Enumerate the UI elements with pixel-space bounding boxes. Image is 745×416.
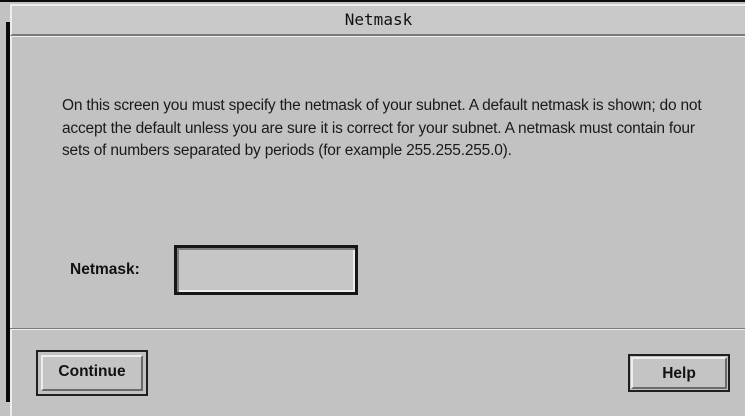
netmask-input[interactable]: [174, 245, 358, 295]
help-button-frame: Help: [628, 354, 730, 392]
title-bar[interactable]: Netmask: [10, 4, 745, 36]
help-button[interactable]: Help: [631, 357, 727, 389]
dialog-content: On this screen you must specify the netm…: [10, 36, 745, 328]
netmask-dialog: Netmask On this screen you must specify …: [0, 0, 745, 416]
window-title: Netmask: [344, 10, 413, 29]
continue-button[interactable]: Continue: [41, 355, 143, 391]
continue-button-default-frame: Continue: [36, 350, 148, 396]
button-bar: Continue Help: [10, 330, 745, 416]
instructions-text: On this screen you must specify the netm…: [62, 97, 702, 159]
netmask-label: Netmask:: [70, 261, 140, 278]
